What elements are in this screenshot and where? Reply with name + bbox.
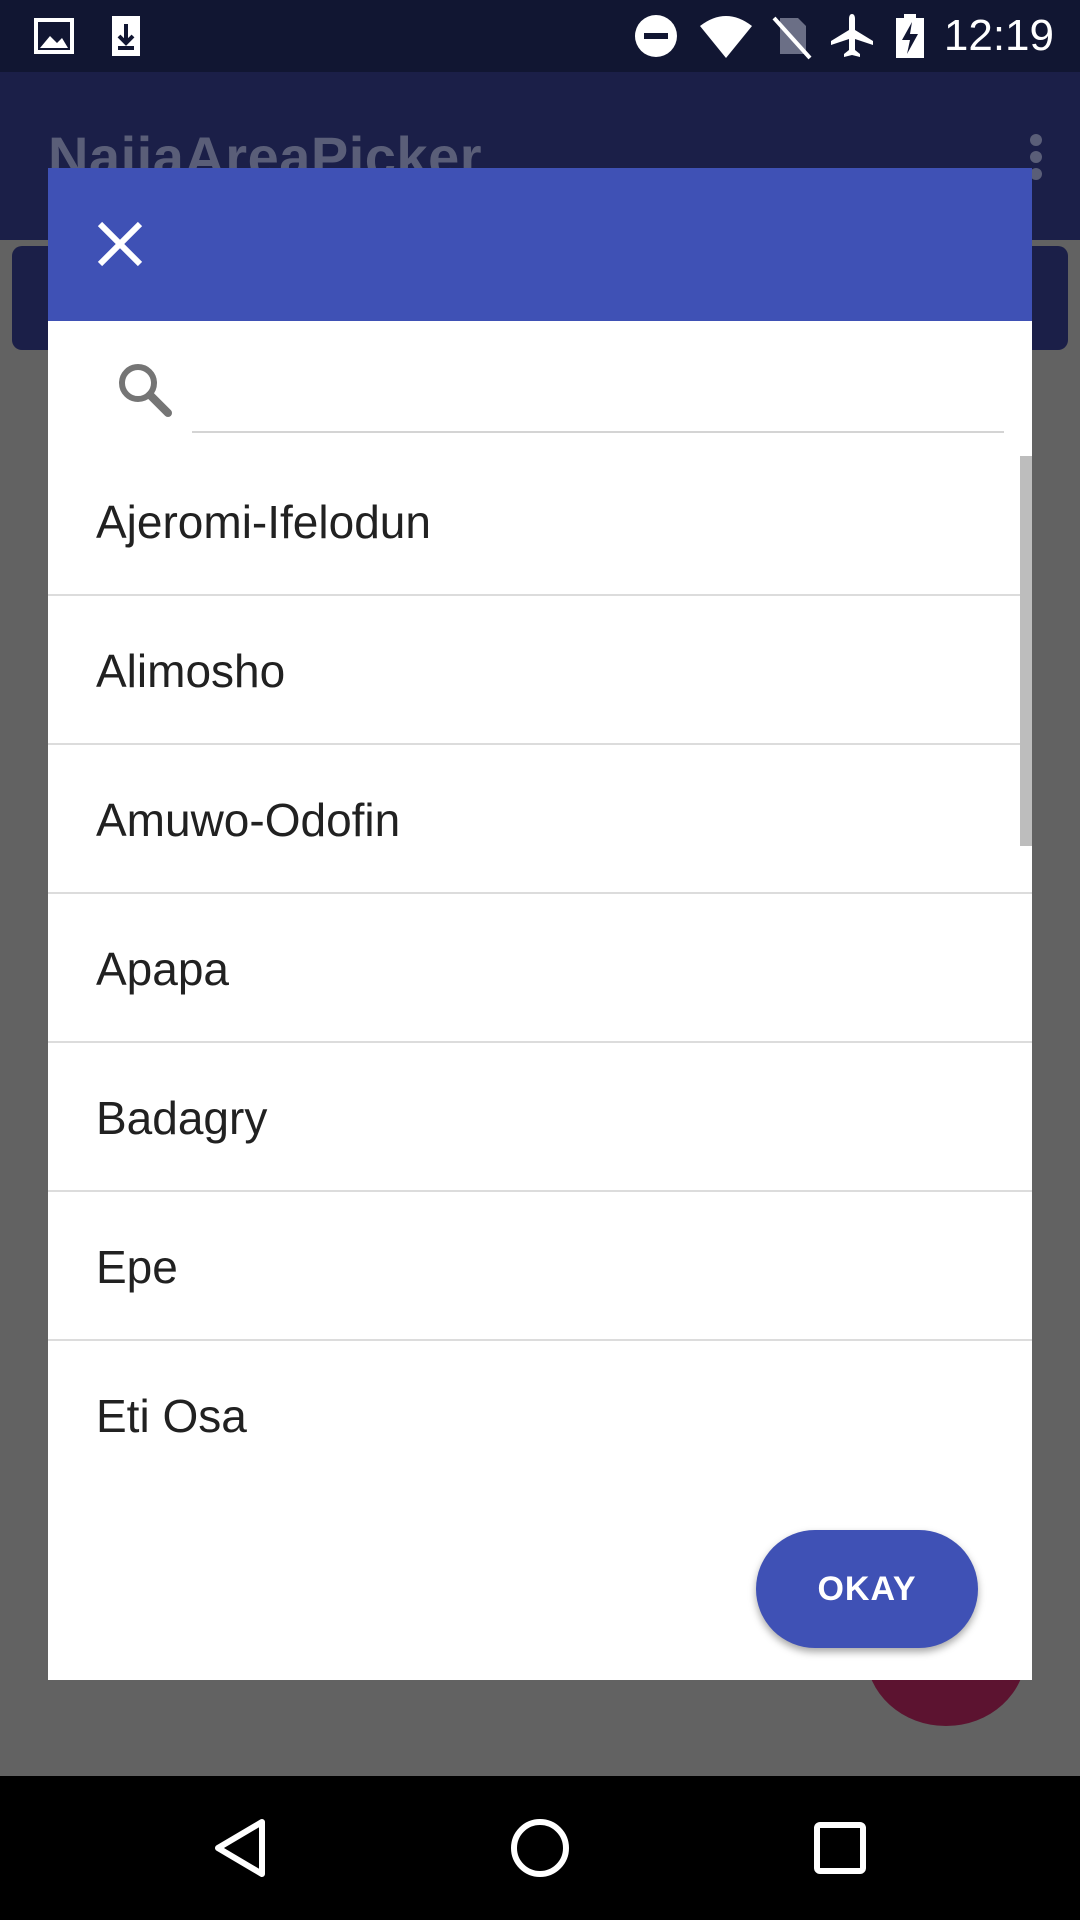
area-picker-dialog: Ajeromi-Ifelodun Alimosho Amuwo-Odofin A… xyxy=(48,168,1032,1680)
wifi-icon xyxy=(700,16,752,58)
image-icon xyxy=(34,18,74,54)
list-item[interactable]: Badagry xyxy=(48,1043,1032,1192)
list-item[interactable]: Alimosho xyxy=(48,596,1032,745)
list-item[interactable]: Ajeromi-Ifelodun xyxy=(48,447,1032,596)
list-item[interactable]: Apapa xyxy=(48,894,1032,1043)
list-item[interactable]: Eti Osa xyxy=(48,1341,1032,1481)
do-not-disturb-icon xyxy=(635,15,677,57)
list-item[interactable]: Epe xyxy=(48,1192,1032,1341)
clock: 12:19 xyxy=(943,11,1054,60)
list-item-label: Ajeromi-Ifelodun xyxy=(96,496,431,548)
list-item-label: Alimosho xyxy=(96,645,286,697)
home-icon[interactable] xyxy=(504,1812,576,1884)
back-icon[interactable] xyxy=(204,1812,276,1884)
list-item-label: Apapa xyxy=(96,943,230,995)
search-icon xyxy=(119,364,172,417)
list-item-label: Epe xyxy=(96,1241,178,1293)
download-icon xyxy=(112,16,140,56)
list-item-label: Badagry xyxy=(96,1092,268,1144)
list-scrollbar[interactable] xyxy=(1020,456,1032,846)
search-row xyxy=(48,321,1032,441)
airplane-mode-icon xyxy=(831,14,873,57)
dialog-header xyxy=(48,168,1032,321)
okay-button[interactable]: OKAY xyxy=(756,1530,978,1648)
search-input[interactable] xyxy=(192,339,1004,433)
area-list: Ajeromi-Ifelodun Alimosho Amuwo-Odofin A… xyxy=(48,447,1032,1481)
battery-charging-icon xyxy=(896,14,924,58)
list-item-label: Amuwo-Odofin xyxy=(96,794,401,846)
no-sim-icon xyxy=(772,16,812,60)
list-item-label: Eti Osa xyxy=(96,1390,247,1442)
recents-icon[interactable] xyxy=(804,1812,876,1884)
screen: 12:19 NaijaAreaPicker Ajeromi-Ifelodun A… xyxy=(0,0,1080,1920)
list-item[interactable]: Amuwo-Odofin xyxy=(48,745,1032,894)
status-bar: 12:19 xyxy=(0,0,1080,72)
navigation-bar xyxy=(0,1776,1080,1920)
close-icon[interactable] xyxy=(94,218,146,270)
